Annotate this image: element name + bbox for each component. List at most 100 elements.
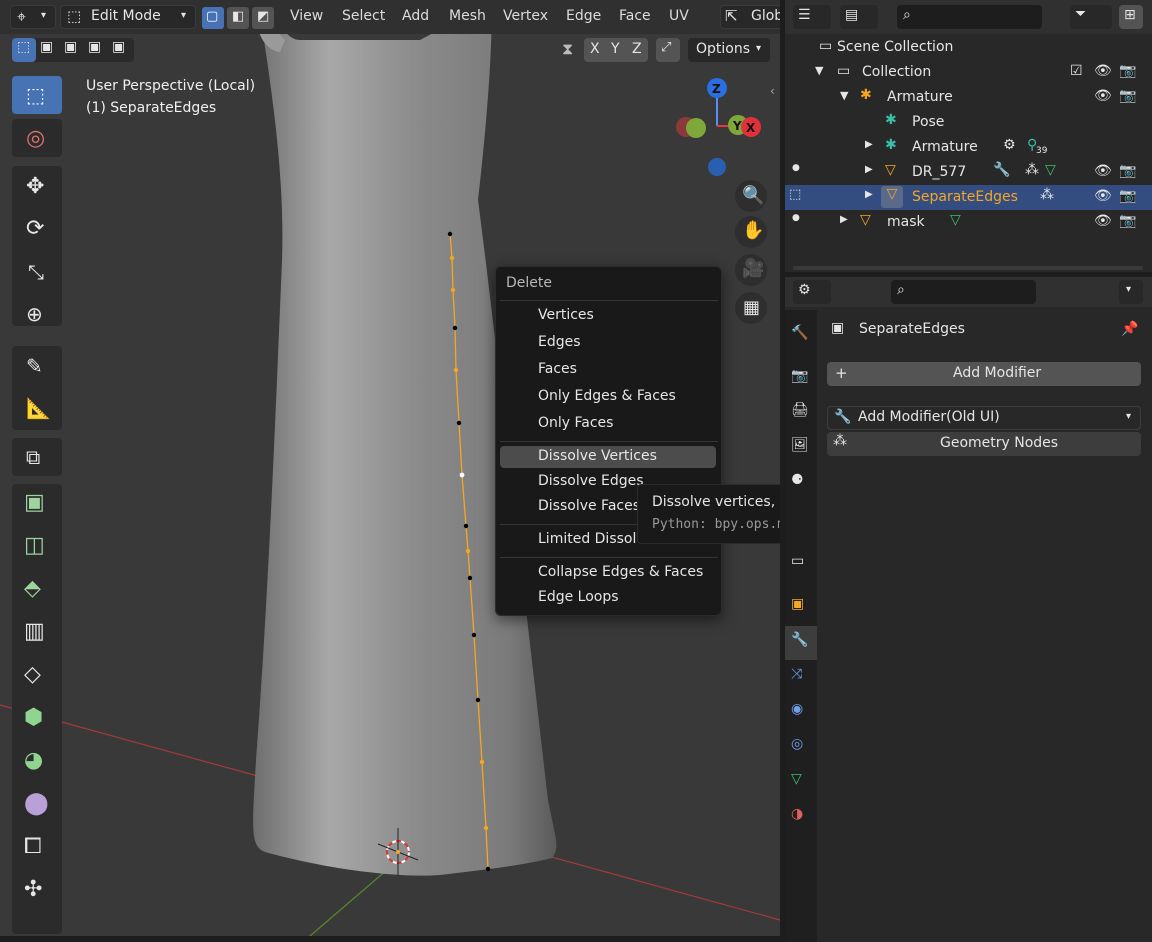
cursor-tool[interactable]: ◎ [12, 119, 62, 157]
outliner-row-armature-data[interactable]: ▶ ✱ Armature ⚙ ⚲ 39 [785, 135, 1152, 160]
mirror-icon[interactable]: ⧗ [562, 39, 573, 59]
menu-item-edges[interactable]: Edges [500, 332, 716, 354]
collapse-sidebar-icon[interactable]: ‹ [770, 84, 775, 98]
expand-arrow-icon[interactable]: ▶ [865, 164, 873, 175]
mode-select[interactable]: ⬚ Edit Mode ▾ [60, 5, 196, 29]
menu-item-only-edges-faces[interactable]: Only Edges & Faces [500, 386, 716, 408]
expand-arrow-icon[interactable]: ▶ [840, 214, 848, 225]
editor-type-button[interactable]: ⌖ ▾ [10, 5, 56, 29]
menu-face[interactable]: Face [619, 8, 651, 24]
expand-arrow-icon[interactable]: ▶ [865, 139, 873, 150]
camera-render-icon[interactable]: 📷 [1119, 213, 1136, 229]
scene-tab-icon[interactable]: ⚈ [791, 472, 811, 492]
add-modifier-old-dropdown[interactable]: 🔧 Add Modifier(Old UI) ▾ [827, 406, 1141, 430]
camera-render-icon[interactable]: 📷 [1119, 88, 1136, 104]
menu-item-faces[interactable]: Faces [500, 359, 716, 381]
data-tab-icon[interactable]: ▽ [791, 771, 811, 791]
ortho-toggle-button[interactable]: ▦ [735, 292, 767, 324]
select-box-tool[interactable]: ⬚ [12, 76, 62, 114]
menu-vertex[interactable]: Vertex [503, 8, 548, 24]
outliner-row-scene-collection[interactable]: ▭ Scene Collection [785, 35, 1152, 60]
object-tab-icon[interactable]: ▣ [791, 596, 811, 616]
menu-select[interactable]: Select [342, 8, 385, 24]
extrude-icon[interactable]: ▣ [24, 490, 45, 515]
eye-icon[interactable]: 👁 [1094, 63, 1112, 79]
properties-options-button[interactable]: ▾ [1119, 280, 1143, 304]
tool-tab-icon[interactable]: 🔨 [791, 325, 811, 345]
outliner-row-armature[interactable]: ▼ ✱ Armature 👁 📷 [785, 85, 1152, 110]
knife-icon[interactable]: ◇ [24, 662, 41, 687]
display-mode-button[interactable]: ▤ [840, 5, 878, 29]
new-collection-button[interactable]: ⊞ [1119, 5, 1143, 29]
select-intersect-icon[interactable]: ▣ [112, 39, 125, 55]
modifier-tab[interactable]: 🔧 [785, 626, 817, 660]
spin-icon[interactable]: ◕ [24, 748, 43, 773]
measure-icon[interactable]: 📐 [26, 396, 51, 420]
outliner-row-pose[interactable]: ✱ Pose [785, 110, 1152, 135]
menu-add[interactable]: Add [402, 8, 429, 24]
select-subtract-icon[interactable]: ▣ [64, 39, 77, 55]
mirror-x-toggle[interactable]: X [590, 41, 600, 57]
face-select-mode-button[interactable]: ◩ [252, 7, 274, 29]
eye-icon[interactable]: 👁 [1094, 88, 1112, 104]
physics-tab-icon[interactable]: ◉ [791, 701, 811, 721]
menu-item-dissolve-vertices[interactable]: Dissolve Vertices [500, 446, 716, 468]
expand-arrow-icon[interactable]: ▼ [840, 89, 848, 102]
poly-build-icon[interactable]: ⬢ [24, 705, 43, 730]
menu-edge[interactable]: Edge [566, 8, 601, 24]
mirror-y-toggle[interactable]: Y [611, 41, 620, 57]
navigation-gizmo[interactable]: Z Y X [668, 76, 768, 186]
3d-viewport[interactable]: ⌖ ▾ ⬚ Edit Mode ▾ ▢ ◧ ◩ View Select Add … [0, 0, 780, 936]
checkbox-icon[interactable]: ☑ [1070, 63, 1083, 79]
outliner-row-separateedges[interactable]: ⬚ ▶ ▽ SeparateEdges ⁂ 👁 📷 [785, 185, 1152, 210]
eye-icon[interactable]: 👁 [1094, 188, 1112, 204]
camera-view-button[interactable]: 🎥 [735, 254, 767, 286]
geometry-nodes-button[interactable]: ⁂ Geometry Nodes [827, 432, 1141, 456]
rotate-icon[interactable]: ⟳ [26, 216, 44, 241]
smooth-icon[interactable]: ⬤ [24, 791, 49, 816]
pan-button[interactable]: ✋ [735, 216, 767, 248]
add-modifier-button[interactable]: + Add Modifier [827, 362, 1141, 386]
view-layer-tab-icon[interactable]: 🖼 [791, 437, 811, 457]
menu-item-edge-loops[interactable]: Edge Loops [500, 587, 716, 609]
edge-select-mode-button[interactable]: ◧ [227, 7, 249, 29]
camera-render-icon[interactable]: 📷 [1119, 163, 1136, 179]
select-invert-icon[interactable]: ▣ [88, 39, 101, 55]
transform-orientation-select[interactable]: ⇱ Glob [720, 5, 780, 29]
camera-render-icon[interactable]: 📷 [1119, 63, 1136, 79]
menu-item-vertices[interactable]: Vertices [500, 305, 716, 327]
collection-tab-icon[interactable]: ▭ [791, 553, 811, 573]
properties-editor-type-button[interactable]: ⚙ [793, 280, 831, 304]
outliner-search-input[interactable]: ⌕ [897, 5, 1042, 29]
add-cube-tool[interactable]: ⧉ [12, 438, 62, 476]
menu-view[interactable]: View [290, 8, 323, 24]
outliner-scrollbar[interactable] [793, 266, 1143, 270]
outliner-editor-type-button[interactable]: ☰ [793, 5, 831, 29]
outliner-row-collection[interactable]: ▼ ▭ Collection ☑ 👁 📷 [785, 60, 1152, 85]
expand-arrow-icon[interactable]: ▼ [815, 64, 823, 77]
zoom-button[interactable]: 🔍 [735, 180, 767, 212]
mirror-z-toggle[interactable]: Z [632, 41, 642, 57]
shrink-fatten-icon[interactable]: ✣ [24, 877, 42, 902]
pin-icon[interactable]: 📌 [1121, 321, 1138, 337]
outliner-row-dr577[interactable]: ● ▶ ▽ DR_577 🔧 ⁂ ▽ 👁 📷 [785, 160, 1152, 185]
edge-slide-icon[interactable]: ⧠ [24, 834, 42, 859]
constraints-tab-icon[interactable]: ◎ [791, 736, 811, 756]
render-tab-icon[interactable]: 📷 [791, 368, 811, 388]
outliner-row-mask[interactable]: ● ▶ ▽ mask ▽ 👁 📷 [785, 210, 1152, 235]
eye-icon[interactable]: 👁 [1094, 163, 1112, 179]
menu-uv[interactable]: UV [669, 8, 689, 24]
properties-search-input[interactable]: ⌕ [891, 280, 1036, 304]
scale-icon[interactable]: ⤡ [28, 260, 44, 284]
move-icon[interactable]: ✥ [26, 174, 44, 199]
camera-render-icon[interactable]: 📷 [1119, 188, 1136, 204]
loop-cut-icon[interactable]: ▥ [24, 619, 45, 644]
options-dropdown[interactable]: Options ▾ [688, 38, 770, 62]
menu-item-collapse-edges-faces[interactable]: Collapse Edges & Faces [500, 562, 716, 584]
select-new-button[interactable]: ⬚ [12, 38, 36, 62]
uv-sync-button[interactable]: ⤢ [656, 38, 680, 62]
material-tab-icon[interactable]: ◑ [791, 806, 811, 826]
output-tab-icon[interactable]: 🖨 [791, 402, 811, 422]
vertex-select-mode-button[interactable]: ▢ [202, 7, 224, 29]
bevel-icon[interactable]: ⬘ [24, 576, 41, 601]
